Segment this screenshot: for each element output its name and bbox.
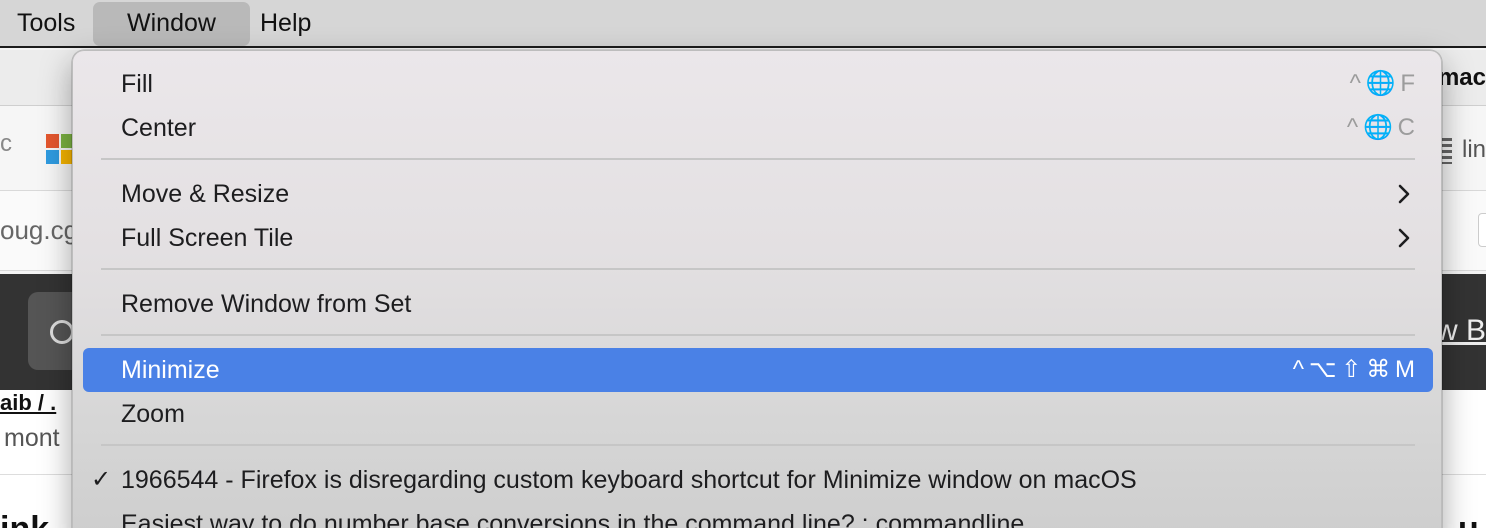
post-heading-right: u	[1458, 510, 1479, 528]
menu-item-label: Move & Resize	[121, 180, 290, 208]
menu-item-label: Full Screen Tile	[121, 224, 294, 252]
menu-item-fill[interactable]: Fill ^ 🌐 F	[83, 62, 1433, 106]
menu-item-label: Minimize	[121, 356, 220, 384]
menu-item-label: Zoom	[121, 400, 185, 428]
menu-separator	[101, 268, 1415, 270]
bookmark-fragment[interactable]: c	[0, 130, 12, 158]
post-timestamp: mont	[4, 424, 60, 452]
chevron-right-icon	[1398, 184, 1410, 204]
search-icon	[50, 320, 74, 344]
tab-title[interactable]: mac	[1438, 64, 1486, 92]
chevron-right-icon	[1398, 228, 1410, 248]
bookmark-item[interactable]: lin	[1462, 136, 1486, 164]
url-text[interactable]: oug.cg	[0, 215, 78, 246]
menu-bar-window[interactable]: Window	[93, 2, 250, 46]
menu-separator	[101, 444, 1415, 446]
menu-item-label: Remove Window from Set	[121, 290, 412, 318]
menu-item-label: 1966544 - Firefox is disregarding custom…	[121, 466, 1137, 494]
menu-item-shortcut: ^ 🌐 F	[1349, 70, 1415, 97]
menu-bar: Tools Window Help	[0, 0, 1486, 48]
menu-item-label: Center	[121, 114, 197, 142]
menu-item-label: Fill	[121, 70, 153, 98]
window-menu-dropdown: Fill ^ 🌐 F Center ^ 🌐 C Move & Resize Fu…	[72, 50, 1442, 528]
menu-item-minimize[interactable]: Minimize ^ ⌥ ⇧ ⌘ M	[83, 348, 1433, 392]
menu-item-shortcut: ^ 🌐 C	[1346, 114, 1415, 141]
menu-bar-help[interactable]: Help	[243, 0, 328, 46]
menu-item-full-screen-tile[interactable]: Full Screen Tile	[83, 216, 1433, 260]
checkmark-icon: ✓	[91, 466, 112, 493]
menu-item-window-firefox-bug[interactable]: ✓ 1966544 - Firefox is disregarding cust…	[83, 458, 1433, 502]
menu-separator	[101, 334, 1415, 336]
menu-item-move-resize[interactable]: Move & Resize	[83, 172, 1433, 216]
menu-bar-tools[interactable]: Tools	[0, 0, 92, 46]
menu-item-shortcut: ^ ⌥ ⇧ ⌘ M	[1292, 356, 1415, 383]
post-link[interactable]: aib / .	[0, 390, 56, 416]
menu-item-label: Easiest way to do number base conversion…	[121, 510, 1025, 528]
menu-item-center[interactable]: Center ^ 🌐 C	[83, 106, 1433, 150]
toolbar-button[interactable]	[1478, 213, 1486, 247]
site-header-link[interactable]: w B	[1436, 314, 1486, 348]
microsoft-logo-icon[interactable]	[46, 134, 74, 164]
menu-item-window-commandline[interactable]: Easiest way to do number base conversion…	[83, 502, 1433, 528]
menu-item-remove-window-from-set[interactable]: Remove Window from Set	[83, 282, 1433, 326]
post-heading[interactable]: ink	[0, 510, 49, 528]
menu-item-zoom[interactable]: Zoom	[83, 392, 1433, 436]
menu-separator	[101, 158, 1415, 160]
